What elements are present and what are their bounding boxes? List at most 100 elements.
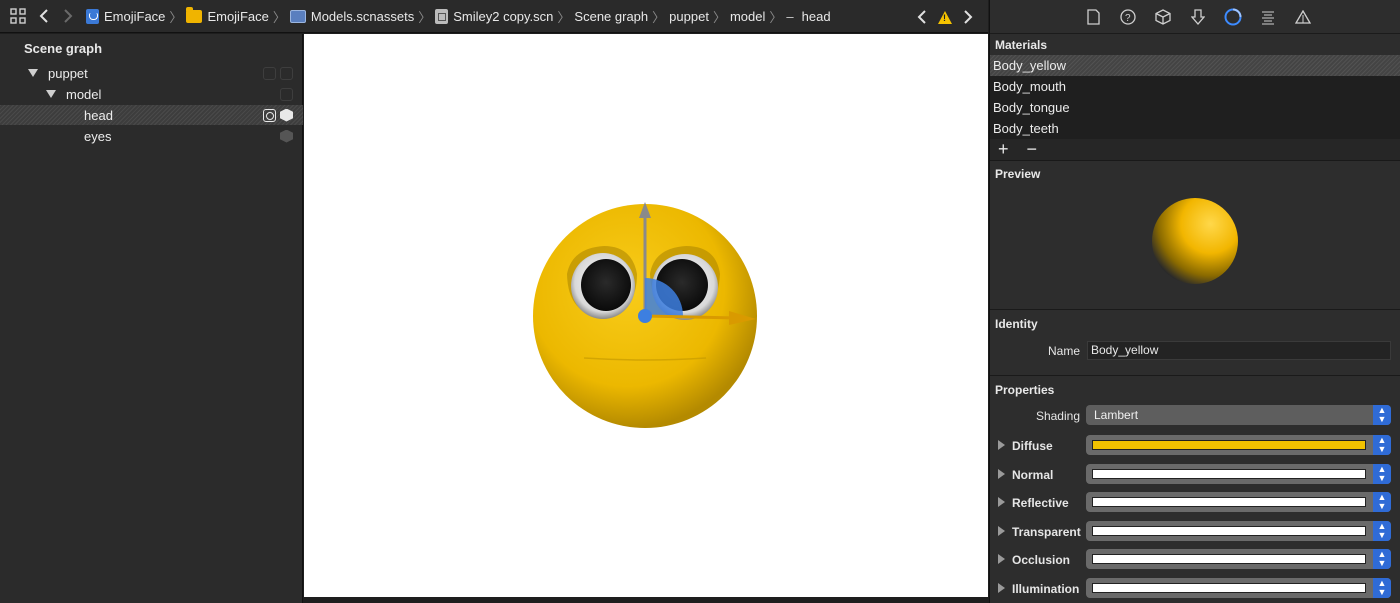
scene-node-model[interactable]: model — [0, 84, 303, 104]
morpher-icon[interactable] — [263, 108, 276, 122]
color-well[interactable]: ▲ ▼ — [1086, 578, 1391, 598]
material-item[interactable]: Body_tongue — [990, 97, 1400, 118]
remove-material-button[interactable]: − — [1027, 139, 1038, 160]
chevron-updown-icon: ▲ ▼ — [1373, 578, 1391, 598]
disclosure-triangle-icon[interactable] — [998, 554, 1005, 564]
chevron-updown-icon: ▲ ▼ — [1373, 521, 1391, 541]
breadcrumb: EmojiFace 〉 EmojiFace 〉 Models.scnassets… — [86, 0, 831, 33]
breadcrumb-label: Smiley2 copy.scn — [453, 8, 554, 24]
breadcrumb-scene-file[interactable]: Smiley2 copy.scn — [435, 8, 554, 24]
material-item[interactable]: Body_teeth — [990, 118, 1400, 139]
breadcrumb-label: Models.scnassets — [310, 8, 415, 24]
breadcrumb-separator-icon: 〉 — [169, 9, 183, 25]
breadcrumb-project[interactable]: EmojiFace — [86, 8, 165, 24]
breadcrumb-head[interactable]: – head — [786, 9, 830, 24]
property-name: Reflective — [1012, 496, 1069, 510]
material-inspector-icon[interactable] — [1224, 8, 1242, 26]
breadcrumb-label: EmojiFace — [207, 8, 269, 24]
breadcrumb-label: puppet — [669, 8, 709, 24]
materials-list: Body_yellow Body_mouth Body_tongue Body_… — [990, 55, 1400, 161]
emoji-face-render[interactable] — [304, 34, 988, 597]
breadcrumb-separator-icon: 〉 — [272, 9, 286, 25]
color-swatch — [1092, 469, 1366, 479]
related-items-icon[interactable] — [6, 4, 30, 28]
color-well[interactable]: ▲ ▼ — [1086, 492, 1391, 512]
disclosure-triangle-icon[interactable] — [46, 90, 56, 98]
preview-section-title: Preview — [995, 167, 1041, 181]
scene-node-puppet[interactable]: puppet — [0, 63, 303, 83]
breadcrumb-separator-icon: 〉 — [769, 9, 783, 25]
material-item[interactable]: Body_yellow — [990, 55, 1400, 76]
property-name: Illumination — [1012, 582, 1080, 596]
add-material-button[interactable]: + — [998, 139, 1009, 160]
issue-navigator: ! — [910, 5, 980, 29]
color-swatch — [1092, 497, 1366, 507]
node-icons — [263, 66, 293, 80]
node-inspector-cube-icon[interactable] — [1154, 8, 1172, 26]
breadcrumb-assets[interactable]: Models.scnassets — [289, 8, 415, 24]
chevron-updown-icon: ▲ ▼ — [1373, 405, 1391, 425]
scene-node-head[interactable]: head — [0, 105, 303, 125]
material-preview-sphere — [1152, 198, 1238, 284]
breadcrumb-folder[interactable]: EmojiFace — [186, 6, 269, 24]
color-swatch — [1092, 554, 1366, 564]
material-item[interactable]: Body_mouth — [990, 76, 1400, 97]
identity-section-title: Identity — [995, 317, 1038, 331]
attributes-inspector-icon[interactable] — [1189, 8, 1207, 26]
help-inspector-icon[interactable]: ? — [1119, 8, 1137, 26]
breadcrumb-label: model — [729, 8, 766, 24]
disclosure-triangle-icon[interactable] — [998, 440, 1005, 450]
breadcrumb-separator-icon: 〉 — [418, 9, 432, 25]
physics-inspector-icon[interactable] — [1259, 8, 1277, 26]
property-row-transparent: Transparent ▲ ▼ — [990, 521, 1400, 543]
chevron-updown-icon: ▲ ▼ — [1373, 435, 1391, 455]
material-name-field[interactable]: Body_yellow — [1087, 341, 1391, 360]
file-inspector-icon[interactable] — [1084, 8, 1102, 26]
disclosure-triangle-icon[interactable] — [28, 69, 38, 77]
geometry-dim-icon — [263, 66, 276, 80]
color-well[interactable]: ▲ ▼ — [1086, 464, 1391, 484]
previous-issue-icon[interactable] — [910, 5, 934, 29]
scene-inspector-triangle-icon[interactable] — [1294, 8, 1312, 26]
breadcrumb-scene-graph[interactable]: Scene graph — [574, 9, 648, 24]
chevron-updown-icon: ▲ ▼ — [1373, 492, 1391, 512]
shading-popup[interactable]: Lambert ▲ ▼ — [1086, 405, 1391, 425]
node-label: eyes — [84, 128, 112, 144]
breadcrumb-label: Scene graph — [574, 8, 649, 24]
geometry-cube-icon[interactable] — [280, 108, 293, 122]
visibility-dim-icon — [280, 66, 293, 80]
disclosure-triangle-icon[interactable] — [998, 469, 1005, 479]
property-name: Diffuse — [1012, 439, 1053, 453]
svg-text:?: ? — [1125, 13, 1131, 24]
color-well[interactable]: ▲ ▼ — [1086, 549, 1391, 569]
next-issue-icon[interactable] — [956, 5, 980, 29]
node-icons — [280, 87, 293, 101]
scene-viewport[interactable] — [304, 34, 988, 597]
disclosure-triangle-icon[interactable] — [998, 583, 1005, 593]
breadcrumb-puppet[interactable]: puppet — [669, 9, 709, 24]
disclosure-triangle-icon[interactable] — [998, 526, 1005, 536]
color-swatch — [1092, 583, 1366, 593]
section-divider — [990, 309, 1400, 310]
section-divider — [990, 375, 1400, 376]
project-icon — [86, 8, 99, 24]
chevron-updown-icon: ▲ ▼ — [1373, 549, 1391, 569]
scene-node-eyes[interactable]: eyes — [0, 126, 303, 146]
color-well[interactable]: ▲ ▼ — [1086, 521, 1391, 541]
back-chevron-icon[interactable] — [32, 4, 56, 28]
visibility-dim-icon — [280, 87, 293, 101]
jump-bar: EmojiFace 〉 EmojiFace 〉 Models.scnassets… — [0, 0, 988, 33]
inspector-tabs: ? — [990, 0, 1400, 34]
breadcrumb-separator-icon: 〉 — [712, 9, 726, 25]
property-row-illumination: Illumination ▲ ▼ — [990, 578, 1400, 600]
disclosure-triangle-icon[interactable] — [998, 497, 1005, 507]
warning-icon[interactable]: ! — [938, 10, 952, 24]
breadcrumb-model[interactable]: model — [730, 9, 765, 24]
name-label: Name — [1047, 344, 1080, 358]
geometry-cube-icon — [280, 129, 293, 143]
color-well[interactable]: ▲ ▼ — [1086, 435, 1391, 455]
scnassets-folder-icon — [289, 9, 306, 23]
forward-chevron-icon[interactable] — [56, 4, 80, 28]
folder-icon — [186, 6, 203, 23]
color-swatch — [1092, 526, 1366, 536]
